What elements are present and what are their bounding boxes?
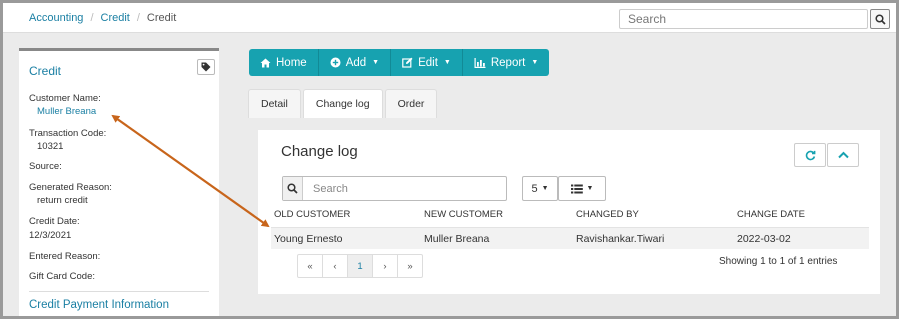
search-icon [283, 177, 303, 200]
action-toolbar: Home Add ▼ Edit ▼ Report ▼ [249, 49, 550, 76]
breadcrumb-separator: / [136, 12, 140, 24]
caret-down-icon: ▼ [541, 185, 549, 192]
section-title-credit-payment: Credit Payment Information [29, 299, 169, 311]
edit-button[interactable]: Edit ▼ [391, 49, 463, 76]
cell-change-date: 2022-03-02 [737, 233, 791, 245]
edit-button-label: Edit [418, 56, 438, 69]
customer-name-link[interactable]: Muller Breana [37, 106, 96, 117]
divider [29, 291, 209, 292]
global-search-input[interactable] [619, 9, 868, 29]
last-page-button[interactable]: » [397, 254, 423, 278]
tab-change-log[interactable]: Change log [302, 89, 383, 118]
search-icon [874, 13, 886, 25]
change-log-search [282, 176, 507, 201]
field-label-source: Source: [29, 161, 62, 172]
home-button-label: Home [276, 56, 307, 69]
chevron-up-icon [837, 151, 849, 159]
refresh-icon [805, 150, 815, 160]
cell-changed-by: Ravishankar.Tiwari [576, 233, 665, 245]
app-window: Accounting / Credit / Credit Credit Customer… [3, 3, 896, 316]
breadcrumb-credit[interactable]: Credit [101, 12, 130, 24]
report-button-label: Report [490, 56, 526, 69]
home-icon [260, 58, 271, 67]
field-label-customer-name: Customer Name: [29, 93, 101, 104]
change-log-search-input[interactable] [303, 177, 503, 200]
column-header-new-customer[interactable]: New Customer [424, 209, 503, 220]
breadcrumb-current: Credit [146, 12, 177, 24]
top-bar: Accounting / Credit / Credit [3, 3, 896, 33]
credit-summary-panel: Credit Customer Name: Muller Breana Tran… [19, 48, 219, 316]
edit-icon [402, 57, 413, 68]
breadcrumb-accounting[interactable]: Accounting [29, 12, 83, 24]
caret-down-icon: ▼ [372, 59, 380, 66]
add-button[interactable]: Add ▼ [318, 49, 392, 76]
collapse-button[interactable] [827, 143, 859, 167]
tab-bar: Detail Change log Order [248, 89, 438, 118]
caret-down-icon: ▼ [531, 59, 539, 66]
next-page-button[interactable]: › [372, 254, 398, 278]
refresh-button[interactable] [794, 143, 826, 167]
prev-page-button[interactable]: ‹ [322, 254, 348, 278]
panel-title: Change log [281, 143, 358, 160]
change-log-panel: Change log 5 ▼ ▼ Old Customer New Custom… [258, 130, 880, 294]
panel-title: Credit [29, 64, 62, 78]
field-label-generated-reason: Generated Reason: [29, 182, 112, 193]
global-search-button[interactable] [870, 9, 890, 29]
caret-down-icon: ▼ [586, 185, 594, 192]
field-label-credit-date: Credit Date: [29, 216, 80, 227]
field-label-entered-reason: Entered Reason: [29, 251, 101, 262]
page-1-button[interactable]: 1 [347, 254, 373, 278]
column-header-changed-by[interactable]: Changed By [576, 209, 639, 220]
column-header-old-customer[interactable]: Old Customer [274, 209, 350, 220]
report-button[interactable]: Report ▼ [462, 49, 550, 76]
field-label-gift-card-code: Gift Card Code: [29, 271, 95, 282]
generated-reason-value: return credit [37, 195, 88, 206]
tag-button[interactable] [197, 59, 215, 75]
tag-icon [201, 62, 211, 72]
credit-date-value: 12/3/2021 [29, 230, 72, 241]
cell-old-customer: Young Ernesto [274, 233, 343, 245]
breadcrumb: Accounting / Credit / Credit [29, 12, 176, 24]
list-icon [570, 184, 583, 193]
page-size-dropdown[interactable]: 5 ▼ [522, 176, 558, 201]
page-size-value: 5 [531, 182, 538, 195]
plus-circle-icon [330, 57, 341, 68]
transaction-code-value: 10321 [37, 141, 64, 152]
add-button-label: Add [345, 56, 367, 69]
entries-info: Showing 1 to 1 of 1 entries [719, 256, 838, 267]
caret-down-icon: ▼ [443, 59, 451, 66]
tab-detail[interactable]: Detail [248, 89, 301, 118]
pagination: « ‹ 1 › » [297, 254, 423, 278]
column-header-change-date[interactable]: Change Date [737, 209, 805, 220]
columns-dropdown[interactable]: ▼ [558, 176, 606, 201]
bar-chart-icon [474, 57, 486, 68]
first-page-button[interactable]: « [297, 254, 323, 278]
breadcrumb-separator: / [90, 12, 94, 24]
tab-order[interactable]: Order [384, 89, 438, 118]
home-button[interactable]: Home [249, 49, 319, 76]
field-label-transaction-code: Transaction Code: [29, 128, 107, 139]
cell-new-customer: Muller Breana [424, 233, 490, 245]
